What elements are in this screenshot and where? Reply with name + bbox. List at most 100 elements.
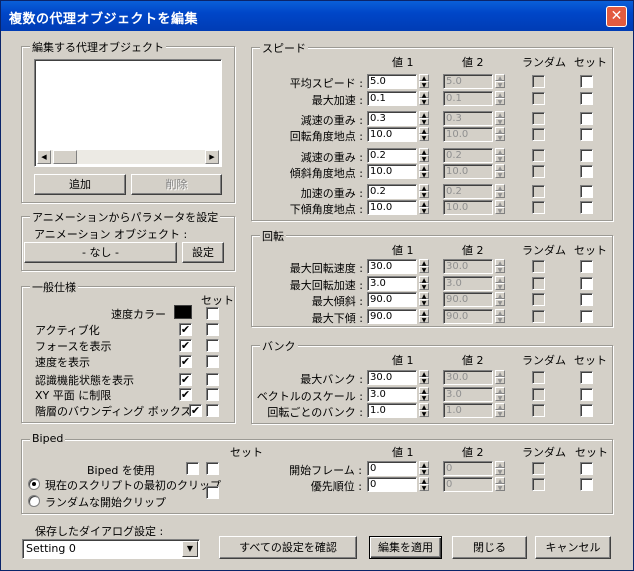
animation-object-picker[interactable]: - なし - bbox=[24, 242, 177, 263]
spin-up-icon[interactable]: ▲ bbox=[419, 259, 429, 267]
spinner-arrows[interactable]: ▲ ▼ bbox=[419, 148, 429, 163]
general-item-checkbox[interactable]: ✔ bbox=[189, 404, 202, 417]
spin-up-icon[interactable]: ▲ bbox=[495, 309, 505, 317]
spinner-arrows[interactable]: ▲ ▼ bbox=[495, 200, 505, 215]
spin-up-icon[interactable]: ▲ bbox=[495, 111, 505, 119]
spin-up-icon[interactable]: ▲ bbox=[419, 461, 429, 469]
spin-up-icon[interactable]: ▲ bbox=[495, 276, 505, 284]
rotation-value1-spinner[interactable]: 90.0 ▲ ▼ bbox=[367, 292, 430, 307]
rotation-value1-spinner-field[interactable]: 90.0 bbox=[367, 292, 417, 307]
speed-value1-spinner-field[interactable]: 0.2 bbox=[367, 184, 417, 199]
spinner-arrows[interactable]: ▲ ▼ bbox=[419, 74, 429, 89]
spinner-arrows[interactable]: ▲ ▼ bbox=[495, 184, 505, 199]
spinner-arrows[interactable]: ▲ ▼ bbox=[419, 127, 429, 142]
biped-random-checkbox[interactable] bbox=[532, 462, 545, 475]
speed-value1-spinner[interactable]: 10.0 ▲ ▼ bbox=[367, 164, 430, 179]
spinner-arrows[interactable]: ▲ ▼ bbox=[419, 276, 429, 291]
spin-up-icon[interactable]: ▲ bbox=[419, 127, 429, 135]
spinner-arrows[interactable]: ▲ ▼ bbox=[419, 164, 429, 179]
spinner-arrows[interactable]: ▲ ▼ bbox=[495, 74, 505, 89]
spin-up-icon[interactable]: ▲ bbox=[419, 387, 429, 395]
general-item-checkbox[interactable]: ✔ bbox=[179, 373, 192, 386]
general-item-checkbox[interactable]: ✔ bbox=[179, 323, 192, 336]
bank-set-checkbox[interactable] bbox=[580, 404, 593, 417]
spin-up-icon[interactable]: ▲ bbox=[419, 148, 429, 156]
general-item-set-checkbox[interactable] bbox=[206, 323, 219, 336]
spinner-arrows[interactable]: ▲ ▼ bbox=[419, 259, 429, 274]
rotation-value1-spinner[interactable]: 30.0 ▲ ▼ bbox=[367, 259, 430, 274]
close-icon[interactable]: ✕ bbox=[606, 6, 627, 27]
chevron-down-icon[interactable]: ▼ bbox=[182, 541, 198, 557]
speed-set-checkbox[interactable] bbox=[580, 112, 593, 125]
rotation-value2-spinner[interactable]: 90.0 ▲ ▼ bbox=[443, 309, 506, 324]
spin-down-icon[interactable]: ▼ bbox=[419, 410, 429, 418]
spinner-arrows[interactable]: ▲ ▼ bbox=[495, 292, 505, 307]
spin-down-icon[interactable]: ▼ bbox=[495, 266, 505, 274]
spin-down-icon[interactable]: ▼ bbox=[419, 394, 429, 402]
spinner-arrows[interactable]: ▲ ▼ bbox=[495, 164, 505, 179]
set-animation-button[interactable]: 設定 bbox=[182, 242, 224, 263]
general-item-checkbox[interactable]: ✔ bbox=[179, 388, 192, 401]
rotation-set-checkbox[interactable] bbox=[580, 293, 593, 306]
cancel-button[interactable]: キャンセル bbox=[535, 536, 611, 559]
speed-value1-spinner[interactable]: 0.1 ▲ ▼ bbox=[367, 91, 430, 106]
biped-value2-spinner-field[interactable]: 0 bbox=[443, 477, 493, 492]
biped-value1-spinner-field[interactable]: 0 bbox=[367, 477, 417, 492]
spin-down-icon[interactable]: ▼ bbox=[419, 118, 429, 126]
spin-down-icon[interactable]: ▼ bbox=[495, 468, 505, 476]
rotation-set-checkbox[interactable] bbox=[580, 277, 593, 290]
spinner-arrows[interactable]: ▲ ▼ bbox=[495, 387, 505, 402]
speed-value2-spinner-field[interactable]: 10.0 bbox=[443, 164, 493, 179]
spin-up-icon[interactable]: ▲ bbox=[419, 74, 429, 82]
spin-up-icon[interactable]: ▲ bbox=[495, 164, 505, 172]
speed-value1-spinner-field[interactable]: 10.0 bbox=[367, 164, 417, 179]
speed-value1-spinner-field[interactable]: 10.0 bbox=[367, 200, 417, 215]
spin-down-icon[interactable]: ▼ bbox=[495, 118, 505, 126]
bank-value1-spinner[interactable]: 30.0 ▲ ▼ bbox=[367, 370, 430, 385]
speed-value1-spinner-field[interactable]: 10.0 bbox=[367, 127, 417, 142]
bank-value1-spinner-field[interactable]: 3.0 bbox=[367, 387, 417, 402]
spin-up-icon[interactable]: ▲ bbox=[495, 292, 505, 300]
speed-value2-spinner[interactable]: 10.0 ▲ ▼ bbox=[443, 200, 506, 215]
spinner-arrows[interactable]: ▲ ▼ bbox=[495, 127, 505, 142]
spinner-arrows[interactable]: ▲ ▼ bbox=[419, 200, 429, 215]
spinner-arrows[interactable]: ▲ ▼ bbox=[495, 276, 505, 291]
speed-set-checkbox[interactable] bbox=[580, 75, 593, 88]
proxy-objects-list[interactable]: ◀ ▶ bbox=[34, 59, 222, 167]
speed-value1-spinner[interactable]: 10.0 ▲ ▼ bbox=[367, 200, 430, 215]
bank-value2-spinner[interactable]: 3.0 ▲ ▼ bbox=[443, 387, 506, 402]
scroll-thumb[interactable] bbox=[53, 150, 77, 164]
speed-set-checkbox[interactable] bbox=[580, 92, 593, 105]
bank-value2-spinner-field[interactable]: 30.0 bbox=[443, 370, 493, 385]
spinner-arrows[interactable]: ▲ ▼ bbox=[419, 111, 429, 126]
biped-value2-spinner[interactable]: 0 ▲ ▼ bbox=[443, 461, 506, 476]
rotation-value1-spinner[interactable]: 3.0 ▲ ▼ bbox=[367, 276, 430, 291]
spin-up-icon[interactable]: ▲ bbox=[495, 387, 505, 395]
rotation-value2-spinner[interactable]: 3.0 ▲ ▼ bbox=[443, 276, 506, 291]
speed-value1-spinner-field[interactable]: 0.3 bbox=[367, 111, 417, 126]
biped-use-checkbox[interactable] bbox=[186, 462, 199, 475]
spin-up-icon[interactable]: ▲ bbox=[419, 276, 429, 284]
speed-set-checkbox[interactable] bbox=[580, 165, 593, 178]
general-item-set-checkbox[interactable] bbox=[206, 404, 219, 417]
biped-value2-spinner-field[interactable]: 0 bbox=[443, 461, 493, 476]
rotation-value2-spinner-field[interactable]: 90.0 bbox=[443, 309, 493, 324]
spinner-arrows[interactable]: ▲ ▼ bbox=[495, 403, 505, 418]
spin-down-icon[interactable]: ▼ bbox=[419, 468, 429, 476]
biped-set-checkbox[interactable] bbox=[580, 462, 593, 475]
spin-down-icon[interactable]: ▼ bbox=[495, 410, 505, 418]
spin-up-icon[interactable]: ▲ bbox=[495, 259, 505, 267]
spinner-arrows[interactable]: ▲ ▼ bbox=[495, 259, 505, 274]
bank-value2-spinner-field[interactable]: 3.0 bbox=[443, 387, 493, 402]
spin-down-icon[interactable]: ▼ bbox=[495, 316, 505, 324]
speed-value2-spinner-field[interactable]: 0.1 bbox=[443, 91, 493, 106]
spinner-arrows[interactable]: ▲ ▼ bbox=[419, 387, 429, 402]
rotation-value2-spinner[interactable]: 90.0 ▲ ▼ bbox=[443, 292, 506, 307]
general-item-set-checkbox[interactable] bbox=[206, 373, 219, 386]
general-item-set-checkbox[interactable] bbox=[206, 388, 219, 401]
rotation-value2-spinner[interactable]: 30.0 ▲ ▼ bbox=[443, 259, 506, 274]
speed-value1-spinner-field[interactable]: 0.2 bbox=[367, 148, 417, 163]
spin-up-icon[interactable]: ▲ bbox=[495, 477, 505, 485]
biped-value1-spinner[interactable]: 0 ▲ ▼ bbox=[367, 477, 430, 492]
speed-random-checkbox[interactable] bbox=[532, 112, 545, 125]
